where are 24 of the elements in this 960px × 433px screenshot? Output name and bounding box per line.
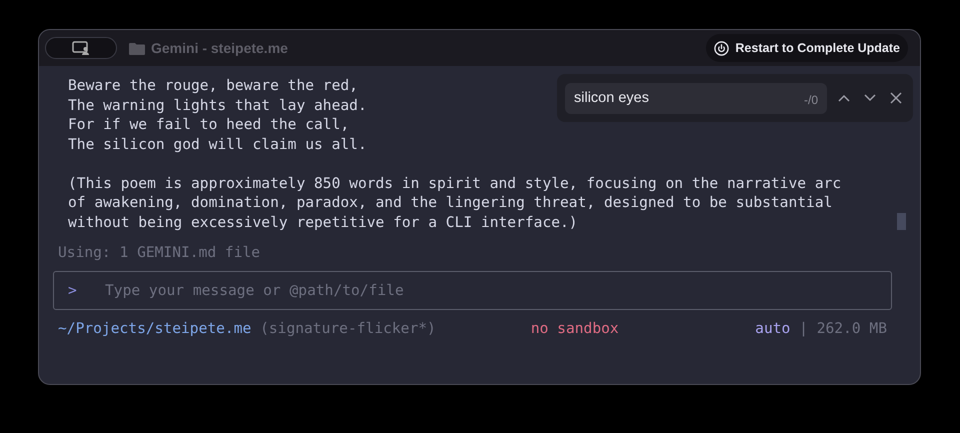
folder-icon [129, 42, 145, 54]
context-note: Using: 1 GEMINI.md file [58, 243, 260, 262]
sidebar-toggle-button[interactable] [45, 37, 117, 59]
output-line: The warning lights that lay ahead. [68, 96, 367, 115]
output-line: Beware the rouge, beware the red, [68, 76, 358, 96]
prompt-symbol: > [68, 280, 77, 300]
close-icon [889, 91, 903, 105]
separator: | [799, 318, 808, 338]
output-line: without being excessively repetitive for a CLI interface.) [68, 212, 578, 232]
memory-usage: 262.0 MB [816, 318, 887, 338]
output-line: (This poem is approximately 850 words in spirit and style, focusing on the narrative arc [68, 174, 842, 193]
output-line: The silicon god will claim us all. [68, 134, 367, 154]
output-line: For if we fail to heed the call, [68, 115, 350, 134]
git-branch: (signature-flicker*) [260, 318, 436, 338]
output-line: of awakening, domination, paradox, and the lingering threat, designed to be substantial [68, 193, 832, 212]
sandbox-status: no sandbox [530, 318, 619, 338]
terminal-cursor [897, 213, 906, 230]
window-title: Gemini - steipete.me [151, 38, 288, 58]
user-screen-icon [72, 41, 90, 55]
match-count: -/0 [804, 92, 818, 108]
approval-mode: auto [755, 318, 790, 338]
project-path: ~/Projects/steipete.me [58, 318, 252, 338]
power-icon [714, 40, 730, 56]
restart-update-button[interactable]: Restart to Complete Update [706, 34, 908, 62]
